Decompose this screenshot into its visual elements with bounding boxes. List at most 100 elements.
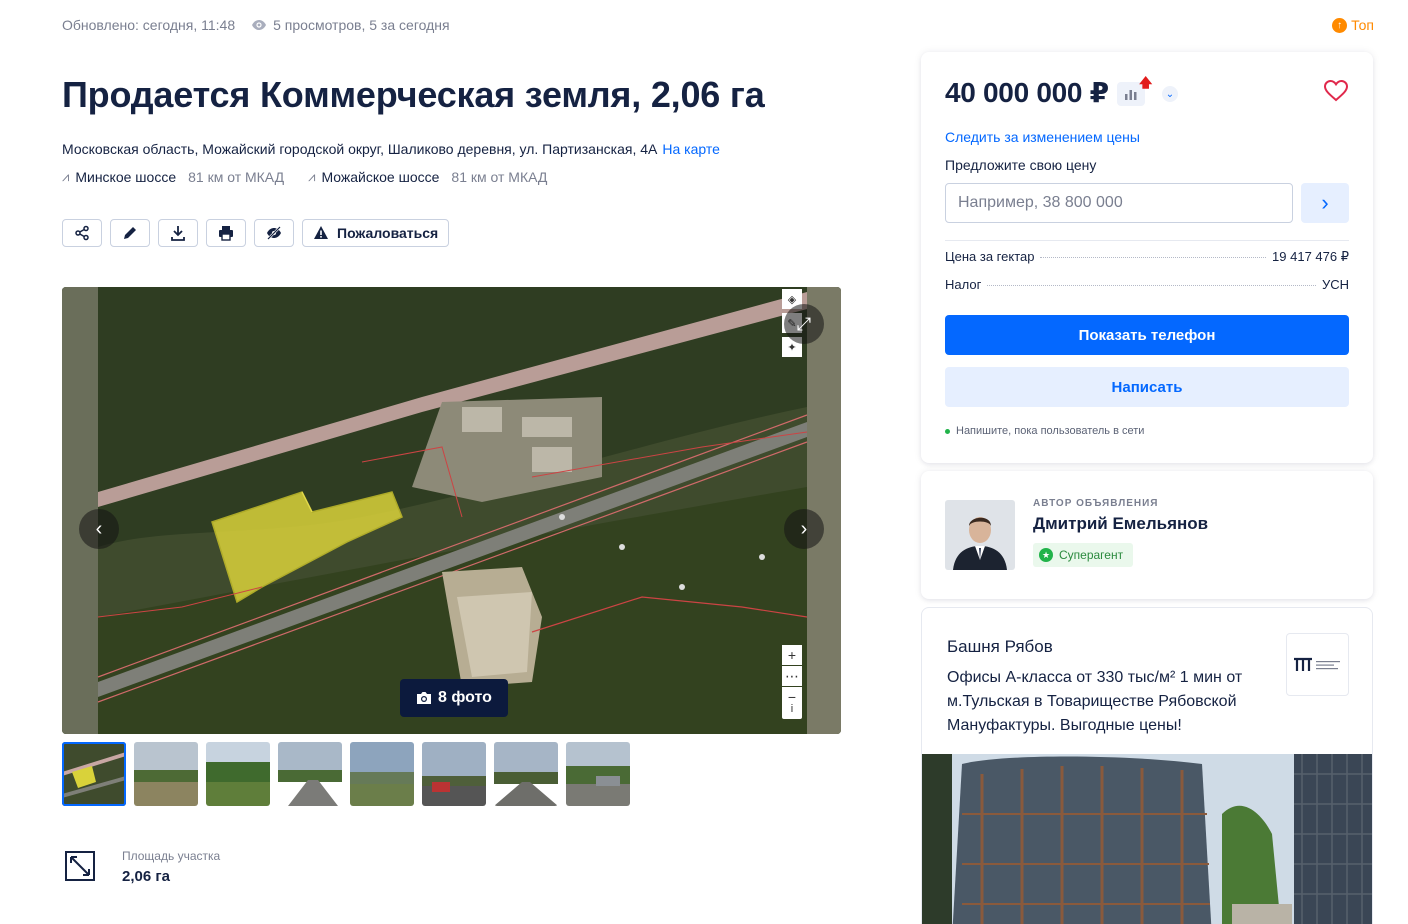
zoom-level-icon[interactable]: ⋯ (782, 666, 802, 686)
thumbnail[interactable] (134, 742, 198, 806)
online-status: Напишите, пока пользователь в сети (945, 425, 1144, 437)
price-per-hectare-row: Цена за гектар 19 417 476 ₽ (945, 249, 1349, 265)
offer-label: Предложите свою цену (945, 157, 1097, 173)
thumbnail-photo (566, 742, 630, 806)
thumbnail[interactable] (206, 742, 270, 806)
updated-text: Обновлено: сегодня, 11:48 (62, 17, 236, 33)
highway-name: Минское шоссе (75, 169, 177, 185)
highway-item[interactable]: ⩘ Минское шоссе 81 км от МКАД (62, 169, 284, 185)
bar-chart-icon (1125, 90, 1137, 100)
edit-button[interactable] (110, 219, 150, 247)
map-link[interactable]: На карте (662, 141, 720, 157)
row-value: УСН (1321, 277, 1349, 292)
show-phone-button[interactable]: Показать телефон (945, 315, 1349, 355)
photo-gallery[interactable]: ◈ ✎ ✦ ⤢ ‹ › + ⋯ − i 8 фото (62, 287, 841, 734)
ad-logo (1286, 633, 1349, 696)
highway-item[interactable]: ⩘ Можайское шоссе 81 км от МКАД (308, 169, 547, 185)
views-info: 5 просмотров, 5 за сегодня (251, 17, 450, 33)
offer-price-input[interactable]: Например, 38 800 000 (945, 183, 1293, 223)
hide-button[interactable] (254, 219, 294, 247)
author-card[interactable]: АВТОР ОБЪЯВЛЕНИЯ Дмитрий Емельянов ★ Суп… (921, 471, 1373, 599)
chevron-right-icon: › (800, 517, 808, 540)
highways: ⩘ Минское шоссе 81 км от МКАД ⩘ Можайско… (62, 169, 547, 185)
fullscreen-button[interactable]: ⤢ (784, 304, 824, 344)
follow-price-link[interactable]: Следить за изменением цены (945, 129, 1140, 145)
listing-meta: Обновлено: сегодня, 11:48 5 просмотров, … (62, 17, 450, 33)
download-button[interactable] (158, 219, 198, 247)
address-text: Московская область, Можайский городской … (62, 141, 658, 157)
thumbnail-photo (206, 742, 270, 806)
satellite-map-image (62, 287, 841, 734)
star-icon: ★ (1039, 548, 1053, 562)
author-label: АВТОР ОБЪЯВЛЕНИЯ (1033, 498, 1159, 509)
area-icon (65, 851, 95, 881)
favorite-heart-icon[interactable] (1323, 78, 1349, 104)
highway-distance: 81 км от МКАД (188, 169, 285, 185)
gallery-prev-button[interactable]: ‹ (79, 509, 119, 549)
road-icon: ⩘ (62, 169, 70, 184)
avatar[interactable] (945, 500, 1015, 570)
badge-label: Суперагент (1059, 548, 1124, 562)
write-message-button[interactable]: Написать (945, 367, 1349, 407)
warning-icon (314, 226, 328, 239)
top-badge[interactable]: ↑ Топ (1332, 17, 1374, 33)
row-value: 19 417 476 ₽ (1272, 249, 1349, 264)
thumbnail[interactable] (422, 742, 486, 806)
online-dot-icon (945, 428, 950, 434)
row-label: Цена за гектар (945, 249, 1035, 264)
highway-distance: 81 км от МКАД (451, 169, 548, 185)
row-dots (987, 285, 1316, 286)
row-label: Налог (945, 277, 982, 292)
pencil-icon (124, 227, 136, 239)
eye-icon (252, 20, 267, 30)
ad-logo-image (1293, 657, 1340, 671)
thumbnail-strip (62, 742, 630, 806)
chevron-down-icon[interactable]: ⌄ (1162, 86, 1178, 102)
offer-submit-button[interactable]: › (1301, 183, 1349, 223)
highway-name: Можайское шоссе (321, 169, 440, 185)
row-dots (1040, 257, 1267, 258)
advertisement-card[interactable]: Башня Рябов Офисы А-класса от 330 тыс/м²… (921, 607, 1373, 924)
thumbnail[interactable] (566, 742, 630, 806)
thumbnail-photo (422, 742, 486, 806)
share-button[interactable] (62, 219, 102, 247)
expand-icon: ⤢ (796, 313, 812, 334)
complain-label: Пожаловаться (337, 225, 439, 241)
online-text: Напишите, пока пользователь в сети (956, 425, 1145, 437)
divider (945, 240, 1349, 241)
thumbnail[interactable] (62, 742, 126, 806)
superagent-badge: ★ Суперагент (1033, 543, 1134, 567)
top-icon: ↑ (1332, 17, 1348, 33)
thumbnail[interactable] (350, 742, 414, 806)
thumbnail[interactable] (278, 742, 342, 806)
thumbnail[interactable] (494, 742, 558, 806)
address: Московская область, Можайский городской … (62, 141, 720, 157)
tax-row: Налог УСН (945, 277, 1349, 292)
thumbnail-map-image (62, 742, 126, 806)
photo-count-button[interactable]: 8 фото (400, 679, 508, 717)
thumbnail-photo (350, 742, 414, 806)
map-zoom-controls: + ⋯ − (782, 645, 802, 707)
price-card: 40 000 000 ₽ 🡅 ⌄ Следить за изменением ц… (921, 52, 1373, 463)
info-icon[interactable]: i (782, 699, 802, 719)
download-icon (171, 226, 185, 241)
author-name[interactable]: Дмитрий Емельянов (1033, 514, 1208, 534)
area-info: Площадь участка 2,06 га (62, 848, 220, 885)
photo-count-label: 8 фото (438, 689, 492, 706)
print-button[interactable] (206, 219, 246, 247)
chevron-left-icon: ‹ (95, 517, 103, 540)
action-toolbar: Пожаловаться (62, 219, 450, 247)
complain-button[interactable]: Пожаловаться (302, 219, 450, 247)
thumbnail-photo (278, 742, 342, 806)
views-text: 5 просмотров, 5 за сегодня (273, 17, 450, 33)
printer-icon (219, 226, 233, 241)
area-label: Площадь участка (122, 849, 221, 863)
ad-title: Башня Рябов (947, 637, 1053, 656)
ad-building-image (922, 754, 1372, 924)
thumbnail-photo (494, 742, 558, 806)
eye-off-icon (267, 226, 281, 240)
share-icon (75, 225, 89, 241)
page-title: Продается Коммерческая земля, 2,06 га (62, 74, 765, 115)
gallery-next-button[interactable]: › (784, 509, 824, 549)
zoom-in-icon[interactable]: + (782, 645, 802, 665)
